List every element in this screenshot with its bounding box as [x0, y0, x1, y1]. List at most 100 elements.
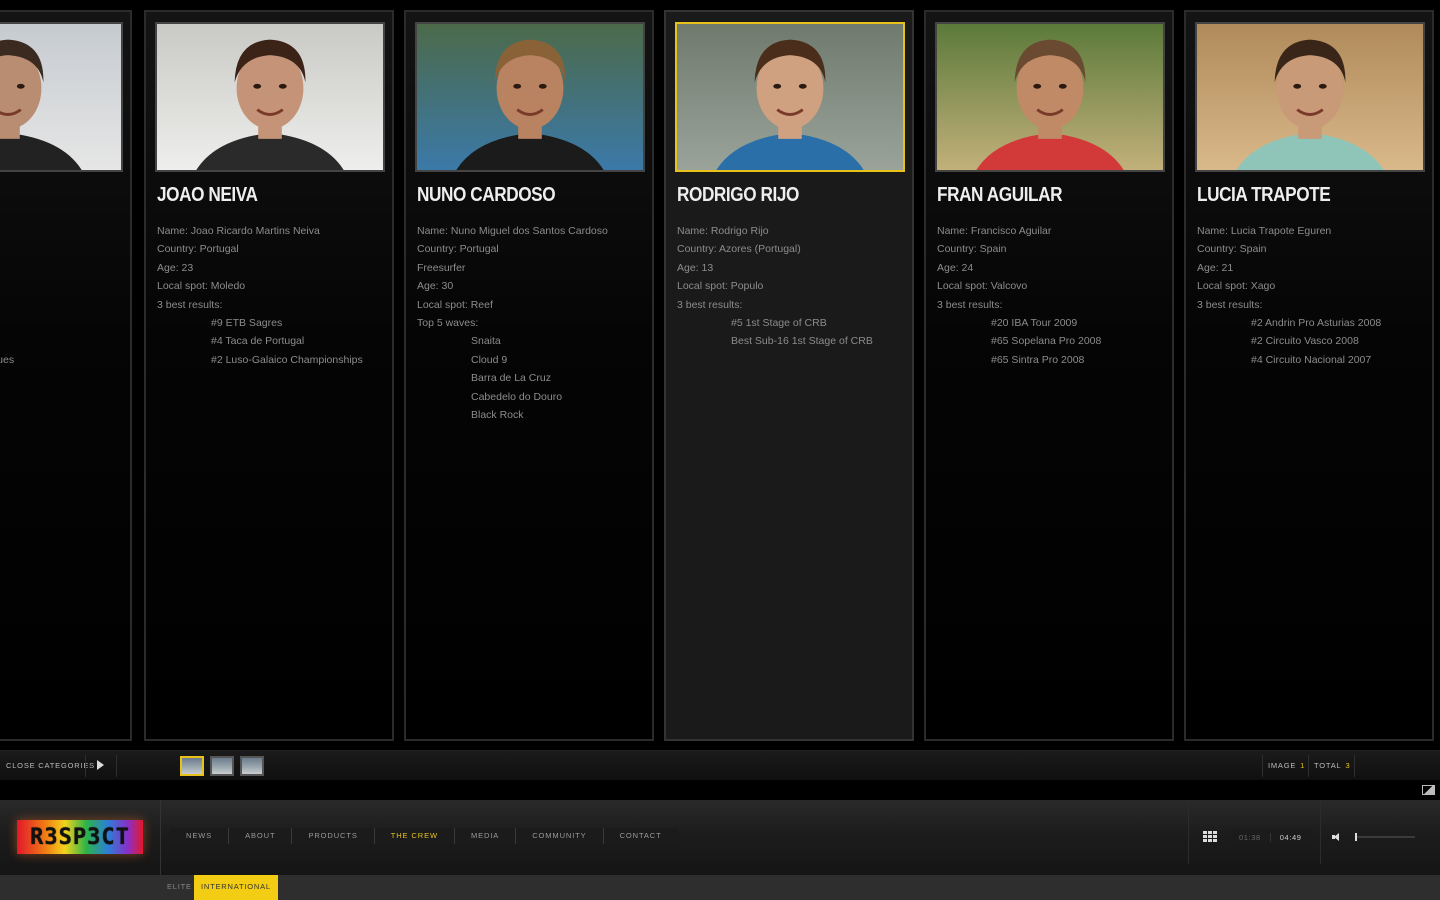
crew-photo[interactable] — [415, 22, 645, 172]
crew-name: NUNO CARDOSO — [417, 184, 556, 206]
crew-info-line: Age: 21 — [1197, 261, 1234, 274]
crew-result-item: #5 1st Stage of CRB — [731, 317, 827, 330]
main-navbar: R3SP3CT News About Products The Crew Media Co… — [0, 800, 1440, 900]
crew-card[interactable]: FRAN AGUILAR Name: Francisco Aguilar Count… — [924, 10, 1174, 741]
crew-info-line: Name: Joao Ricardo Martins Neiva — [157, 225, 320, 237]
nav-item-about[interactable]: About — [229, 828, 293, 844]
crew-photo[interactable] — [935, 22, 1165, 172]
crew-info-line: Name: Francisco Aguilar — [937, 225, 1052, 237]
crew-info-line: 3 best results: — [937, 298, 1003, 311]
crew-info-line: Age: 13 — [677, 261, 714, 274]
player-time: 01:38 04:49 — [1230, 829, 1311, 845]
subnav-item-elite[interactable]: Elite — [167, 875, 192, 900]
image-label: Image — [1268, 761, 1297, 770]
crew-info: Name: Joao Ricardo Martins Neiva Country:… — [157, 222, 363, 369]
crew-card[interactable]: JOAO NEIVA Name: Joao Ricardo Martins Nei… — [144, 10, 394, 741]
crew-card[interactable]: NUNO CARDOSO Name: Nuno Miguel dos Santos… — [404, 10, 654, 741]
crew-result-item: Barra de La Cruz — [471, 372, 551, 385]
time-total: 04:49 — [1279, 832, 1302, 842]
nav-item-the-crew[interactable]: The Crew — [375, 828, 455, 844]
crew-info: or aClube Costa Do Sol ito Profissional P… — [0, 222, 14, 369]
crew-info-line: or — [0, 277, 14, 295]
crew-card[interactable]: LUCIA TRAPOTE Name: Lucia Trapote Eguren C… — [1184, 10, 1434, 741]
crew-photo[interactable] — [155, 22, 385, 172]
gallery-thumbnail[interactable] — [240, 756, 264, 776]
crew-info-line — [0, 222, 14, 240]
crew-info-line: Country: Portugal — [417, 243, 499, 256]
crew-info-line: Clube Costa Do Sol — [0, 332, 14, 350]
portrait-image — [677, 24, 903, 170]
crew-result-item: #2 Andrin Pro Asturias 2008 — [1251, 317, 1382, 330]
crew-info-line: ito Profissional Portugues — [0, 353, 15, 366]
crew-info: Name: Lucia Trapote Eguren Country: Spain… — [1197, 222, 1381, 369]
divider — [1320, 800, 1321, 864]
crew-result-item: Snaita — [471, 335, 501, 348]
nav-item-community[interactable]: Community — [516, 828, 604, 844]
sub-nav: Elite International — [0, 875, 1440, 900]
crew-info-line: Local spot: Reef — [417, 298, 493, 311]
crew-info-line: Country: Spain — [1197, 243, 1267, 256]
crew-result-item: #2 Circuito Vasco 2008 — [1251, 335, 1359, 348]
crew-info-line: Top 5 waves: — [417, 317, 479, 330]
spacer-bar — [0, 780, 1440, 800]
crew-info-line: Local spot: Moledo — [157, 280, 246, 293]
crew-info-line — [0, 259, 14, 277]
nav-item-products[interactable]: Products — [292, 828, 375, 844]
crew-info-line: 3 best results: — [677, 298, 743, 311]
crew-result-item: #65 Sintra Pro 2008 — [991, 353, 1085, 366]
close-categories-button[interactable]: Close categories — [6, 761, 95, 770]
crew-info-line: Age: 23 — [157, 261, 194, 274]
play-icon[interactable] — [97, 760, 104, 770]
grid-icon[interactable] — [1203, 831, 1217, 843]
volume-handle[interactable] — [1355, 833, 1357, 841]
divider — [116, 755, 117, 777]
crew-info-line: Name: Rodrigo Rijo — [677, 225, 769, 237]
crew-result-item: #4 Taca de Portugal — [211, 335, 305, 348]
volume-icon[interactable] — [1332, 833, 1339, 841]
divider — [1354, 755, 1355, 777]
crew-info-line: Age: 24 — [937, 261, 974, 274]
crew-info: Name: Rodrigo Rijo Country: Azores (Portu… — [677, 222, 873, 351]
logo[interactable]: R3SP3CT — [17, 820, 143, 854]
crew-info-line: Local spot: Valcovo — [937, 280, 1028, 293]
crew-name: RODRIGO RIJO — [677, 184, 799, 206]
crew-result-item: Best Sub-16 1st Stage of CRB — [731, 335, 873, 348]
gallery-thumbnail[interactable] — [210, 756, 234, 776]
divider — [1188, 800, 1189, 864]
crew-strip: EIRA or aClube Costa Do Solito Profissio… — [0, 0, 1440, 748]
crew-info-line — [0, 296, 14, 314]
crew-info-line: Country: Portugal — [157, 243, 239, 256]
portrait-image — [157, 24, 383, 170]
nav-item-news[interactable]: News — [170, 828, 230, 844]
divider — [1262, 755, 1263, 777]
fullscreen-icon[interactable] — [1422, 785, 1435, 795]
crew-card[interactable]: EIRA or aClube Costa Do Solito Profissio… — [0, 10, 132, 741]
total-number: 3 — [1345, 761, 1351, 770]
category-bar: Close categories Image 1 Total 3 — [0, 750, 1440, 780]
crew-info-line — [0, 240, 14, 258]
subnav-item-international[interactable]: International — [194, 875, 278, 900]
crew-info-line: Freesurfer — [417, 261, 466, 274]
crew-photo[interactable] — [675, 22, 905, 172]
total-label: Total — [1314, 761, 1342, 770]
crew-info-line: 3 best results: — [1197, 298, 1263, 311]
crew-result-item: Cabedelo do Douro — [471, 390, 563, 403]
crew-result-item: Black Rock — [471, 409, 524, 422]
crew-name: LUCIA TRAPOTE — [1197, 184, 1331, 206]
divider — [1308, 755, 1309, 777]
crew-info-line: Local spot: Populo — [677, 280, 764, 293]
volume-slider[interactable] — [1355, 833, 1415, 841]
main-nav: News About Products The Crew Media Community C… — [170, 828, 678, 844]
crew-result-item: #2 Luso-Galaico Championships — [211, 353, 363, 366]
nav-item-contact[interactable]: Contact — [604, 828, 678, 844]
crew-info-line: Name: Lucia Trapote Eguren — [1197, 225, 1332, 237]
crew-result-item: Cloud 9 — [471, 353, 508, 366]
logo-text: R3SP3CT — [30, 824, 130, 850]
portrait-image — [937, 24, 1163, 170]
crew-name: JOAO NEIVA — [157, 184, 258, 206]
nav-item-media[interactable]: Media — [455, 828, 517, 844]
crew-photo[interactable] — [0, 22, 123, 172]
crew-card[interactable]: RODRIGO RIJO Name: Rodrigo Rijo Country: A… — [664, 10, 914, 741]
gallery-thumbnail[interactable] — [180, 756, 204, 776]
crew-photo[interactable] — [1195, 22, 1425, 172]
